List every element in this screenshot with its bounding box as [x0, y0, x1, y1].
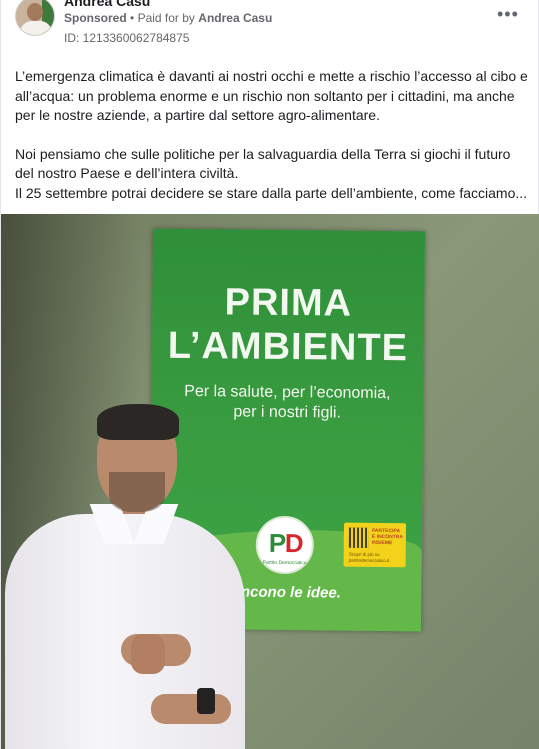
meta-separator: • — [130, 11, 135, 25]
person-fist — [131, 634, 165, 674]
post-text: L’emergenza climatica è davanti ai nostr… — [15, 67, 530, 204]
paid-for-by-label: Paid for by — [137, 11, 195, 25]
ad-post-card: Andrea Casu Sponsored • Paid for by Andr… — [0, 0, 539, 749]
post-paragraph-3[interactable]: Il 25 settembre potrai decidere se stare… — [15, 184, 530, 204]
sponsored-label: Sponsored — [64, 11, 127, 25]
ad-id: ID: 1213360062784875 — [64, 31, 190, 45]
more-horizontal-icon[interactable]: ••• — [497, 5, 519, 23]
payer-name: Andrea Casu — [198, 11, 273, 25]
sponsorship-line: Sponsored • Paid for by Andrea Casu — [64, 11, 272, 25]
post-image[interactable]: PRIMA L’AMBIENTE Per la salute, per l’ec… — [1, 214, 539, 749]
post-paragraph-2: Noi pensiamo che sulle politiche per la … — [15, 145, 511, 182]
avatar-face — [27, 3, 43, 21]
person-beard — [109, 472, 165, 512]
candidate-photo — [1, 214, 539, 749]
wristwatch — [197, 688, 215, 714]
post-header: Andrea Casu Sponsored • Paid for by Andr… — [1, 0, 539, 56]
avatar-shirt — [20, 21, 52, 35]
author-avatar[interactable] — [15, 0, 55, 36]
post-paragraph-1: L’emergenza climatica è davanti ai nostr… — [15, 68, 528, 124]
person-hair — [97, 404, 179, 440]
author-name[interactable]: Andrea Casu — [64, 0, 150, 9]
person-left-arm — [151, 694, 231, 724]
